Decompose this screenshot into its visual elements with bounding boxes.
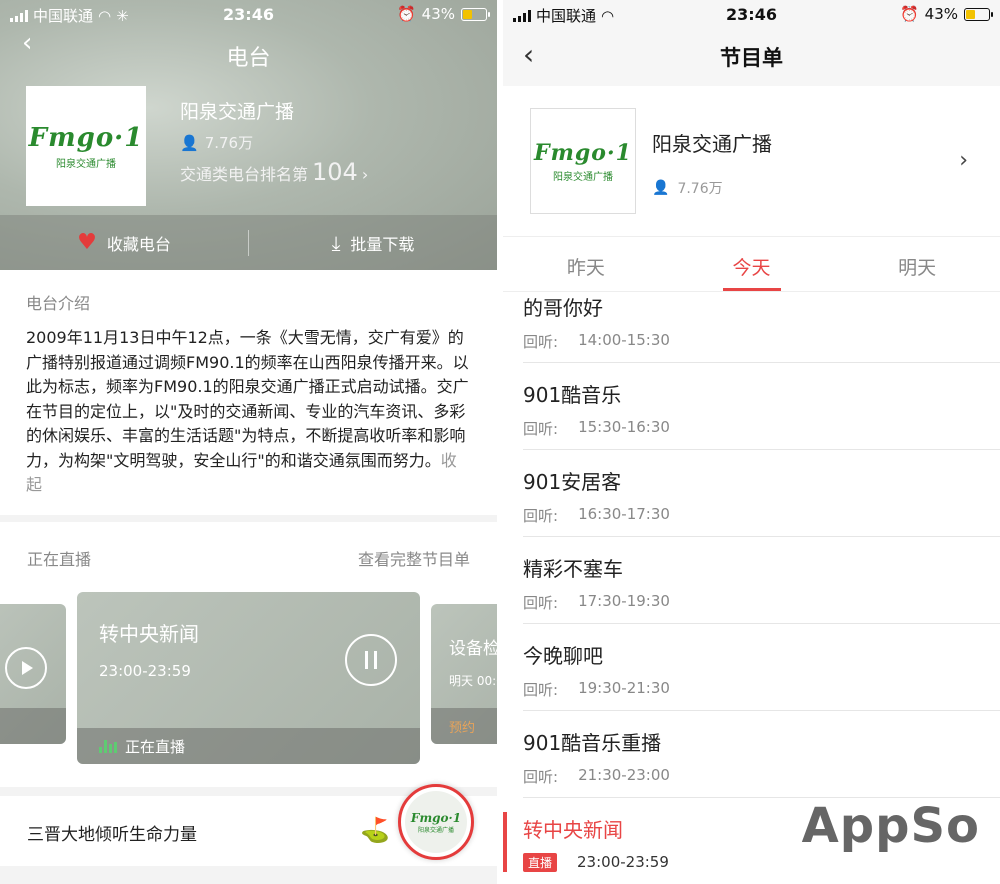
program-title: 转中央新闻 bbox=[99, 622, 199, 646]
next-program-time: 明天 00:0 bbox=[449, 674, 497, 688]
station-logo: Fmgo·1 阳泉交通广播 bbox=[530, 108, 636, 214]
list-item[interactable]: 精彩不塞车 回听: 17:30-19:30 bbox=[523, 537, 1000, 624]
list-item[interactable]: 今晚聊吧 回听: 19:30-21:30 bbox=[523, 624, 1000, 711]
station-rank[interactable]: 交通类电台排名第 104 › bbox=[180, 158, 368, 186]
program-name: 901安居客 bbox=[523, 470, 622, 494]
status-bar: 中国联通 ◠ 23:46 ⏰ 43% bbox=[503, 0, 1000, 28]
current-program-card[interactable]: 转中央新闻 23:00-23:59 正在直播 bbox=[77, 592, 420, 764]
signpost-icon[interactable]: ⛳ bbox=[360, 816, 390, 844]
status-bar: 中国联通 ◠ ✳ 23:46 ⏰ 43% bbox=[0, 0, 497, 28]
program-name: 今晚聊吧 bbox=[523, 644, 603, 668]
chevron-right-icon: › bbox=[361, 165, 369, 184]
program-name: 转中央新闻 bbox=[523, 818, 623, 842]
next-program-card[interactable]: 设备检 明天 00:0 预约 bbox=[431, 604, 497, 744]
program-schedule-screen: 中国联通 ◠ 23:46 ⏰ 43% ‹ 节目单 Fmgo·1 阳泉交通广播 阳… bbox=[503, 0, 1000, 884]
tab-today[interactable]: 今天 bbox=[669, 237, 835, 291]
program-name: 精彩不塞车 bbox=[523, 557, 623, 581]
live-label: 正在直播 bbox=[27, 550, 92, 569]
heart-icon: ♥ bbox=[77, 230, 97, 255]
next-program-title: 设备检 bbox=[449, 639, 497, 659]
pause-icon[interactable] bbox=[345, 634, 397, 686]
day-tabs: 昨天 今天 明天 bbox=[503, 236, 1000, 292]
page-title: 节目单 bbox=[720, 46, 783, 70]
favorite-button[interactable]: ♥ 收藏电台 bbox=[0, 230, 248, 255]
list-item[interactable]: 901酷音乐 回听: 15:30-16:30 bbox=[523, 363, 1000, 450]
station-name: 阳泉交通广播 bbox=[652, 132, 772, 156]
battery-icon bbox=[964, 7, 993, 21]
play-icon[interactable] bbox=[5, 647, 47, 689]
logo-cn-text: 阳泉交通广播 bbox=[553, 171, 613, 183]
radio-station-screen: 中国联通 ◠ ✳ 23:46 ⏰ 43% ‹ 电台 Fmgo·1 阳泉交通广播 … bbox=[0, 0, 497, 884]
station-logo: Fmgo·1 阳泉交通广播 bbox=[26, 86, 146, 206]
reserve-button[interactable]: 预约 bbox=[449, 717, 475, 736]
list-item[interactable]: 901安居客 回听: 16:30-17:30 bbox=[523, 450, 1000, 537]
logo-fm-text: Fmgo·1 bbox=[534, 139, 632, 166]
slogan-bar: 三晋大地倾听生命力量 ⛳ Fmgo·1 阳泉交通广播 bbox=[0, 784, 497, 866]
list-item[interactable]: 901酷音乐重播 回听: 21:30-23:00 bbox=[523, 711, 1000, 798]
alarm-icon: ⏰ bbox=[396, 5, 416, 23]
tab-yesterday[interactable]: 昨天 bbox=[503, 237, 669, 291]
live-section: 正在直播 查看完整节目单 转中央新闻 23:00-23:59 正在直播 设备检 … bbox=[0, 522, 497, 787]
battery-percent: 43% bbox=[421, 5, 455, 23]
program-time: 23:00-23:59 bbox=[99, 662, 191, 680]
download-icon: ⤓ bbox=[331, 230, 341, 255]
user-icon: 👤 bbox=[180, 133, 199, 152]
mini-player[interactable]: Fmgo·1 阳泉交通广播 bbox=[398, 784, 474, 860]
nav-bar: 中国联通 ◠ 23:46 ⏰ 43% ‹ 节目单 bbox=[503, 0, 1000, 86]
intro-text: 2009年11月13日中午12点，一条《大雪无情，交广有爱》的广播特别报道通过调… bbox=[26, 328, 469, 494]
station-name: 阳泉交通广播 bbox=[180, 101, 295, 123]
alarm-icon: ⏰ bbox=[899, 5, 919, 23]
battery-percent: 43% bbox=[924, 5, 958, 23]
chevron-right-icon[interactable]: › bbox=[959, 148, 968, 173]
battery-icon bbox=[461, 7, 490, 21]
station-summary[interactable]: Fmgo·1 阳泉交通广播 阳泉交通广播 👤 7.76万 › bbox=[503, 86, 1000, 236]
logo-cn-text: 阳泉交通广播 bbox=[56, 158, 116, 170]
full-schedule-link[interactable]: 查看完整节目单 bbox=[358, 546, 470, 570]
program-name: 901酷音乐 bbox=[523, 383, 622, 407]
user-icon: 👤 bbox=[652, 180, 670, 196]
live-badge: 直播 bbox=[523, 853, 558, 872]
equalizer-icon bbox=[99, 739, 117, 753]
program-list: 的哥你好 回听: 14:00-15:30 901酷音乐 回听: 15:30-16:3… bbox=[503, 292, 1000, 884]
previous-program-card[interactable] bbox=[0, 604, 66, 744]
listener-count: 👤 7.76万 bbox=[652, 180, 723, 197]
live-status: 正在直播 bbox=[125, 737, 186, 756]
slogan-text: 三晋大地倾听生命力量 bbox=[27, 825, 197, 845]
batch-download-button[interactable]: ⤓ 批量下载 bbox=[249, 231, 497, 255]
tab-tomorrow[interactable]: 明天 bbox=[834, 237, 1000, 291]
watermark-logo: AppSo bbox=[801, 798, 980, 854]
list-item[interactable]: 的哥你好 回听: 14:00-15:30 bbox=[523, 292, 1000, 363]
station-intro: 电台介绍 2009年11月13日中午12点，一条《大雪无情，交广有爱》的广播特别… bbox=[0, 270, 497, 515]
program-name: 的哥你好 bbox=[523, 296, 603, 320]
station-actions: ♥ 收藏电台 ⤓ 批量下载 bbox=[0, 215, 497, 270]
intro-label: 电台介绍 bbox=[26, 294, 91, 313]
page-title: 电台 bbox=[226, 46, 271, 71]
logo-fm-text: Fmgo·1 bbox=[28, 122, 144, 153]
station-hero: 中国联通 ◠ ✳ 23:46 ⏰ 43% ‹ 电台 Fmgo·1 阳泉交通广播 … bbox=[0, 0, 497, 270]
program-name: 901酷音乐重播 bbox=[523, 731, 662, 755]
listener-count: 👤 7.76万 bbox=[180, 133, 254, 153]
